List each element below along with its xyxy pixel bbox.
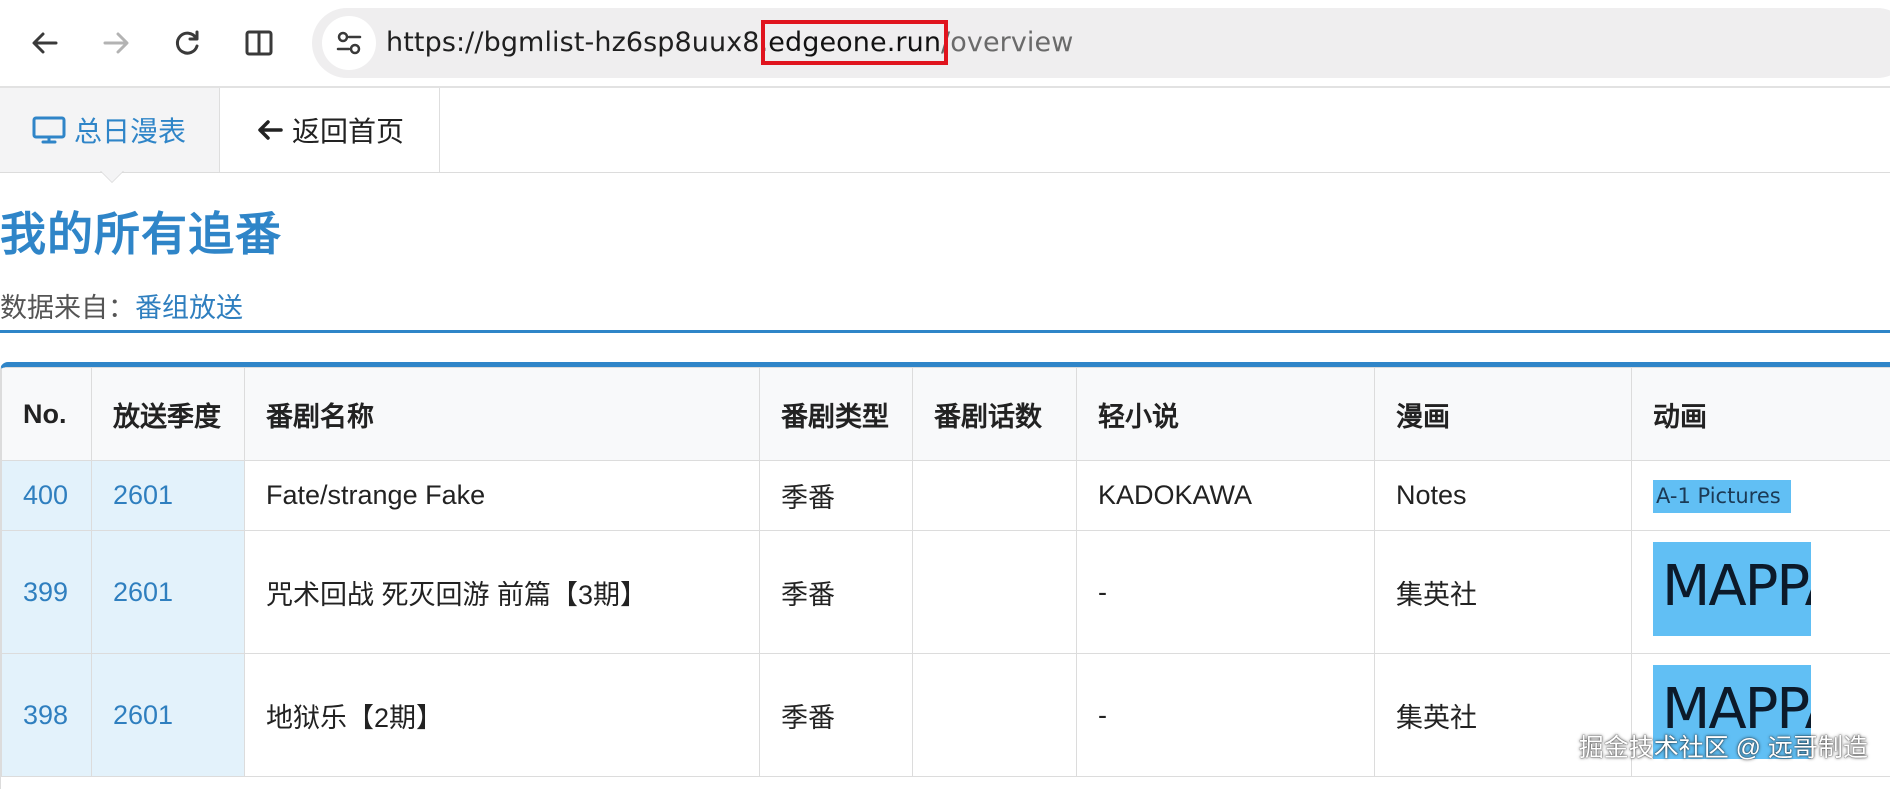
address-bar[interactable]: https://bgmlist-hz6sp8uux8.edgeone.run/o… (312, 8, 1890, 78)
cell-anime: MAPPA (1632, 531, 1890, 654)
cell-episodes (913, 654, 1077, 777)
tab-back-home[interactable]: 返回首页 (220, 88, 440, 172)
watermark: 掘金技术社区 @ 远哥制造 (1579, 728, 1868, 764)
anime-table: No. 放送季度 番剧名称 番剧类型 番剧话数 轻小说 漫画 动画 400 26… (1, 367, 1890, 777)
monitor-icon (32, 115, 66, 145)
header-episodes: 番剧话数 (913, 368, 1077, 461)
cell-season[interactable]: 2601 (92, 531, 245, 654)
tab-daily-anime-table[interactable]: 总日漫表 (0, 88, 220, 172)
arrow-left-icon (256, 116, 284, 144)
table-row: 400 2601 Fate/strange Fake 季番 KADOKAWA N… (2, 461, 1890, 531)
url-highlight-domain: edgeone.run (768, 27, 941, 58)
app-nav: 总日漫表 返回首页 (0, 88, 1890, 173)
header-novel: 轻小说 (1077, 368, 1375, 461)
cell-novel: - (1077, 531, 1375, 654)
cell-no[interactable]: 398 (2, 654, 92, 777)
cell-name: 地狱乐【2期】 (245, 654, 760, 777)
cell-novel: KADOKAWA (1077, 461, 1375, 531)
studio-logo-text: MAPPA (1662, 554, 1811, 619)
cell-season[interactable]: 2601 (92, 461, 245, 531)
header-manga: 漫画 (1375, 368, 1632, 461)
header-no: No. (2, 368, 92, 461)
header-season: 放送季度 (92, 368, 245, 461)
cell-no[interactable]: 399 (2, 531, 92, 654)
reload-icon (172, 28, 202, 58)
table-header-row: No. 放送季度 番剧名称 番剧类型 番剧话数 轻小说 漫画 动画 (2, 368, 1890, 461)
source-link[interactable]: 番组放送 (135, 293, 243, 323)
reload-button[interactable] (162, 18, 212, 68)
cell-season[interactable]: 2601 (92, 654, 245, 777)
cell-type: 季番 (760, 531, 913, 654)
tab-label: 返回首页 (292, 110, 404, 150)
browser-toolbar: https://bgmlist-hz6sp8uux8.edgeone.run/o… (0, 0, 1890, 88)
arrow-right-icon (101, 28, 131, 58)
studio-logo: MAPPA (1653, 542, 1811, 636)
table-row: 399 2601 咒术回战 死灭回游 前篇【3期】 季番 - 集英社 MAPPA (2, 531, 1890, 654)
forward-button[interactable] (91, 18, 141, 68)
url-text[interactable]: https://bgmlist-hz6sp8uux8.edgeone.run/o… (386, 8, 1073, 78)
cell-anime: A-1 Pictures (1632, 461, 1890, 531)
url-path: /overview (941, 27, 1073, 58)
split-view-icon (243, 27, 275, 59)
page-title: 我的所有追番 (0, 198, 282, 264)
data-source: 数据来自：番组放送 (0, 286, 243, 325)
cell-manga: Notes (1375, 461, 1632, 531)
studio-label: A-1 Pictures (1653, 480, 1791, 513)
site-info-button[interactable] (322, 16, 376, 70)
divider (0, 330, 1890, 333)
header-type: 番剧类型 (760, 368, 913, 461)
cell-novel: - (1077, 654, 1375, 777)
cell-manga: 集英社 (1375, 531, 1632, 654)
cell-name: 咒术回战 死灭回游 前篇【3期】 (245, 531, 760, 654)
split-view-button[interactable] (234, 18, 284, 68)
back-button[interactable] (20, 18, 70, 68)
cell-type: 季番 (760, 461, 913, 531)
tune-icon (334, 28, 364, 58)
cell-no[interactable]: 400 (2, 461, 92, 531)
source-label: 数据来自： (0, 293, 135, 323)
cell-episodes (913, 461, 1077, 531)
cell-episodes (913, 531, 1077, 654)
header-name: 番剧名称 (245, 368, 760, 461)
arrow-left-icon (30, 28, 60, 58)
tab-label: 总日漫表 (74, 110, 186, 150)
anime-table-container: No. 放送季度 番剧名称 番剧类型 番剧话数 轻小说 漫画 动画 400 26… (0, 362, 1890, 789)
header-anime: 动画 (1632, 368, 1890, 461)
active-tab-pointer (100, 170, 124, 182)
cell-type: 季番 (760, 654, 913, 777)
cell-name: Fate/strange Fake (245, 461, 760, 531)
url-prefix: https://bgmlist-hz6sp8uux8. (386, 27, 768, 58)
